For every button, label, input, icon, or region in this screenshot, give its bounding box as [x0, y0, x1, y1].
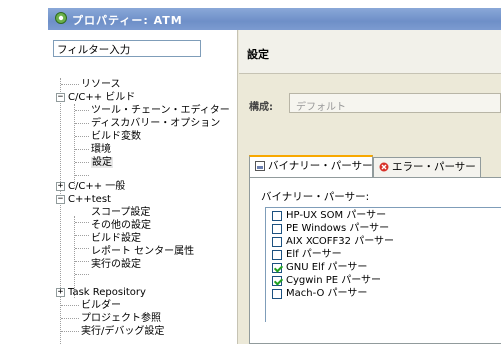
- tree-line: [61, 318, 79, 319]
- tree-item-cpptest[interactable]: C++test: [68, 193, 111, 206]
- tree-line: [74, 104, 75, 186]
- tree-item-label: C++test: [68, 194, 111, 205]
- tree-item-label: 環境: [91, 144, 111, 155]
- checkbox[interactable]: [272, 211, 282, 221]
- gear-icon: [55, 12, 67, 24]
- error-icon: [379, 162, 389, 172]
- parser-label: AIX XCOFF32 パーサー: [286, 236, 395, 247]
- tab-label: エラー・パーサー: [392, 161, 476, 173]
- tree-item-other-settings[interactable]: その他の設定: [91, 219, 151, 232]
- tree-item-resource[interactable]: リソース: [81, 78, 121, 91]
- tree-item-run-debug-settings[interactable]: 実行/デバッグ設定: [81, 325, 164, 338]
- tree-item-discovery-options[interactable]: ディスカバリー・オプション: [91, 117, 220, 130]
- tree-item-scope-settings[interactable]: スコープ設定: [91, 206, 150, 219]
- tree-line: [75, 175, 89, 176]
- tree-line: [75, 222, 89, 223]
- tree-line: [75, 261, 89, 262]
- filter-input[interactable]: フィルター入力: [53, 40, 201, 57]
- tree-item-label: 設定: [91, 157, 113, 168]
- tree-item-project-references[interactable]: プロジェクト参照: [81, 312, 161, 325]
- tree-item-environment[interactable]: 環境: [91, 143, 111, 156]
- tab-label: バイナリー・パーサー: [268, 160, 373, 172]
- parser-label: Elf パーサー: [286, 249, 342, 260]
- tree-line: [61, 305, 79, 306]
- tree-line: [75, 235, 89, 236]
- checkbox-checked[interactable]: [272, 276, 282, 286]
- tree-item-label: Task Repository: [68, 287, 146, 298]
- tree-item-label: ビルダー: [81, 300, 121, 311]
- tree-item-task-repository[interactable]: Task Repository: [68, 286, 146, 299]
- tree-item-build-settings[interactable]: ビルド設定: [91, 232, 141, 245]
- tree-item-report-center[interactable]: レポート センター属性: [91, 245, 194, 258]
- tree-line: [75, 274, 89, 275]
- tree-item-label: プロジェクト参照: [81, 313, 161, 324]
- property-tree-pane: フィルター入力 − + − + リソース C/C++ ビルド ツール・チェーン・…: [48, 30, 238, 344]
- checkbox[interactable]: [272, 237, 282, 247]
- tree-item-label: 実行の設定: [91, 259, 141, 270]
- expand-icon[interactable]: +: [56, 288, 65, 297]
- tree-item-label: C/C++ 一般: [68, 181, 126, 192]
- parser-label: Mach-O パーサー: [286, 288, 368, 299]
- tree-line: [75, 123, 89, 124]
- page-title: 設定: [247, 48, 269, 61]
- tree-line: [75, 248, 89, 249]
- expand-icon[interactable]: +: [56, 182, 65, 191]
- properties-window: プロパティー: ATM フィルター入力 − + − + リソース C/C++ ビ…: [48, 8, 501, 344]
- tree-line: [75, 110, 89, 111]
- tree-item-label: スコープ設定: [91, 207, 151, 218]
- tree-item-label: ビルド変数: [91, 131, 141, 142]
- parser-label: GNU Elf パーサー: [286, 262, 368, 273]
- tree-line: [61, 331, 79, 332]
- tree-item-label: レポート センター属性: [91, 246, 195, 257]
- collapse-icon[interactable]: −: [56, 93, 65, 102]
- checkbox-checked[interactable]: [272, 263, 282, 273]
- tree-line: [75, 136, 89, 137]
- tree-item-label: C/C++ ビルド: [68, 92, 136, 103]
- tree-item-builders[interactable]: ビルダー: [81, 299, 121, 312]
- binary-file-icon: [255, 161, 265, 171]
- window-title: プロパティー: ATM: [72, 14, 183, 27]
- tree-item-cpp-build[interactable]: C/C++ ビルド: [68, 91, 135, 104]
- tree-item-label: ツール・チェーン・エディター: [91, 105, 230, 116]
- tree-line: [61, 84, 79, 85]
- configuration-select[interactable]: デフォルト: [289, 93, 501, 113]
- binary-parsers-label: バイナリー・パーサー:: [261, 191, 370, 203]
- collapse-icon[interactable]: −: [56, 195, 65, 204]
- tree-item-run-settings[interactable]: 実行の設定: [91, 258, 141, 271]
- configuration-label: 構成:: [249, 102, 273, 113]
- tree-item-settings[interactable]: 設定: [91, 156, 113, 169]
- tree-item-label: その他の設定: [91, 220, 151, 231]
- title-bar[interactable]: プロパティー: ATM: [48, 8, 501, 30]
- checkbox[interactable]: [272, 250, 282, 260]
- tree-item-cpp-general[interactable]: C/C++ 一般: [68, 180, 125, 193]
- parser-label: HP-UX SOM パーサー: [286, 210, 387, 221]
- tree-item-label: 実行/デバッグ設定: [81, 326, 165, 337]
- tree-item-label: ビルド設定: [91, 233, 141, 244]
- checkbox[interactable]: [272, 289, 282, 299]
- checkbox[interactable]: [272, 224, 282, 234]
- tree-item-label: リソース: [81, 79, 121, 90]
- parser-label: Cygwin PE パーサー: [286, 275, 382, 286]
- tab-binary-parsers[interactable]: バイナリー・パーサー: [249, 155, 373, 177]
- tab-error-parsers[interactable]: エラー・パーサー: [373, 157, 481, 177]
- page-header: 設定: [239, 30, 501, 74]
- tree-item-label: ディスカバリー・オプション: [91, 118, 221, 129]
- tree-item-build-variables[interactable]: ビルド変数: [91, 130, 141, 143]
- tree-item-toolchain-editor[interactable]: ツール・チェーン・エディター: [91, 104, 230, 117]
- tree-line: [75, 162, 89, 163]
- tree-line: [75, 149, 89, 150]
- parser-label: PE Windows パーサー: [286, 223, 390, 234]
